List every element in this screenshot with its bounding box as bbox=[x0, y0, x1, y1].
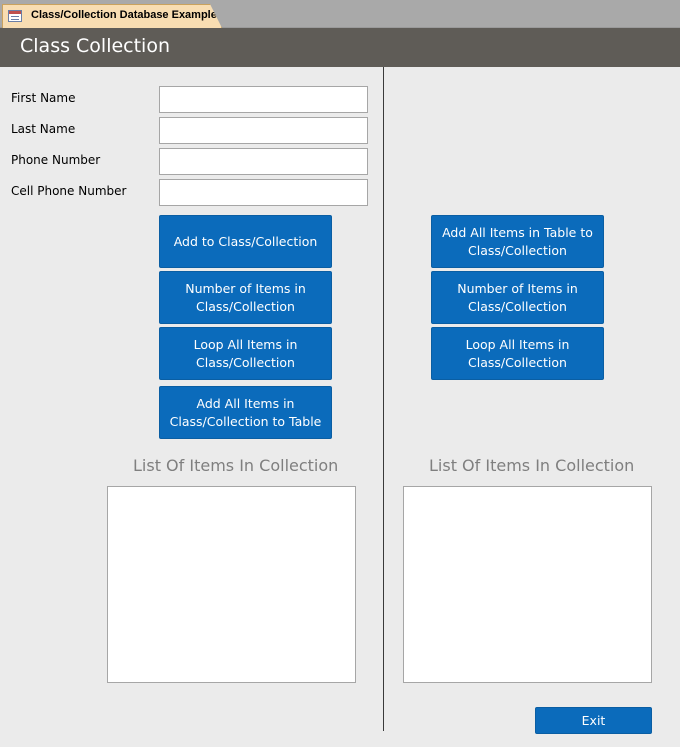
add-table-to-collection-button[interactable]: Add All Items in Table to Class/Collecti… bbox=[431, 215, 604, 268]
page-title: Class Collection bbox=[20, 35, 171, 57]
last-name-field[interactable] bbox=[159, 117, 368, 144]
document-tab-strip: Class/Collection Database Example bbox=[0, 0, 680, 28]
add-to-collection-button[interactable]: Add to Class/Collection bbox=[159, 215, 332, 268]
phone-number-label: Phone Number bbox=[11, 153, 101, 167]
document-tab[interactable]: Class/Collection Database Example bbox=[2, 4, 222, 28]
form-icon bbox=[8, 10, 22, 22]
right-items-listbox[interactable] bbox=[403, 486, 652, 683]
right-list-title: List Of Items In Collection bbox=[429, 456, 635, 475]
vertical-divider bbox=[383, 67, 384, 731]
first-name-label: First Name bbox=[11, 91, 76, 105]
exit-button[interactable]: Exit bbox=[535, 707, 652, 734]
left-list-title: List Of Items In Collection bbox=[133, 456, 339, 475]
first-name-field[interactable] bbox=[159, 86, 368, 113]
left-items-listbox[interactable] bbox=[107, 486, 356, 683]
right-count-items-button[interactable]: Number of Items in Class/Collection bbox=[431, 271, 604, 324]
right-loop-items-button[interactable]: Loop All Items in Class/Collection bbox=[431, 327, 604, 380]
cell-phone-number-label: Cell Phone Number bbox=[11, 184, 127, 198]
left-count-items-button[interactable]: Number of Items in Class/Collection bbox=[159, 271, 332, 324]
cell-phone-number-field[interactable] bbox=[159, 179, 368, 206]
form-header: Class Collection bbox=[0, 28, 680, 67]
add-collection-to-table-button[interactable]: Add All Items in Class/Collection to Tab… bbox=[159, 386, 332, 439]
document-tab-label: Class/Collection Database Example bbox=[31, 9, 217, 21]
left-loop-items-button[interactable]: Loop All Items in Class/Collection bbox=[159, 327, 332, 380]
phone-number-field[interactable] bbox=[159, 148, 368, 175]
last-name-label: Last Name bbox=[11, 122, 76, 136]
